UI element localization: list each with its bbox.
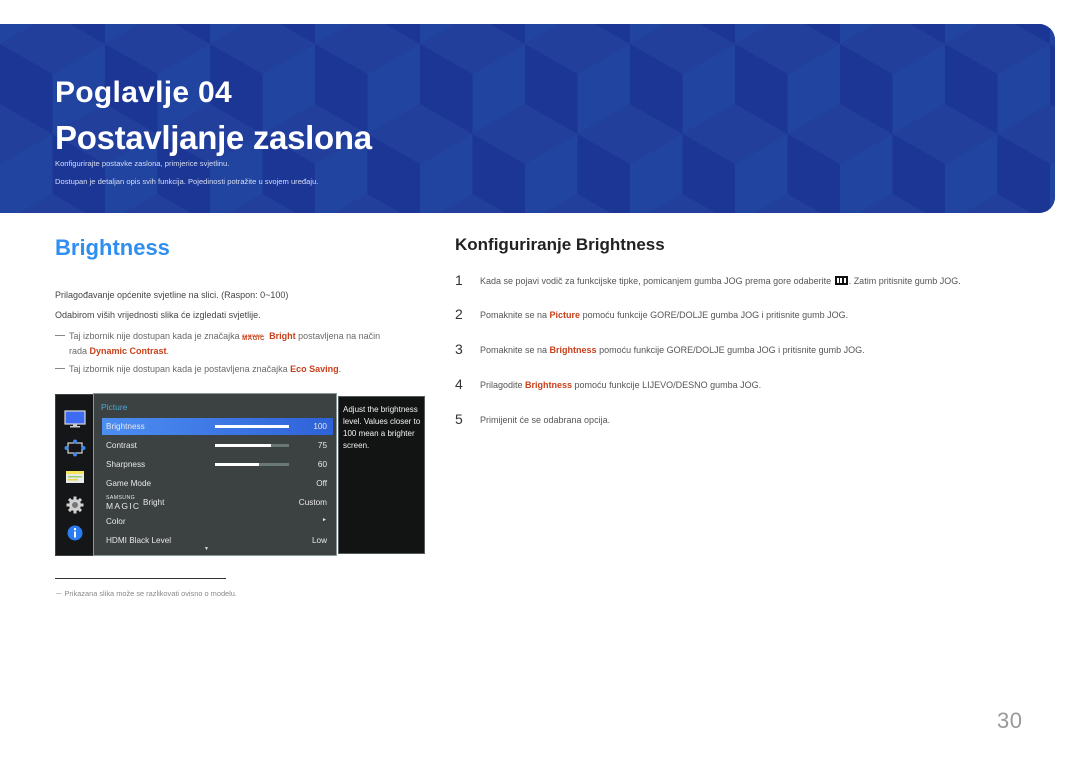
system-icon[interactable] [64, 468, 86, 486]
osd-menu-title: Picture [101, 402, 128, 412]
sharpness-slider[interactable] [215, 463, 289, 466]
osd-row-magic-bright[interactable]: SAMSUNG MAGIC Bright Custom [102, 494, 333, 511]
scroll-down-icon[interactable]: ▼ [204, 546, 209, 552]
footnote: － Prikazana slika može se razlikovati ov… [55, 589, 237, 598]
chapter-banner: Poglavlje 04 Postavljanje zaslona Konfig… [0, 24, 1055, 213]
picture-icon[interactable] [64, 410, 86, 428]
contrast-slider[interactable] [215, 444, 289, 447]
cube-face [1050, 24, 1055, 44]
onscreen-display-icon[interactable] [64, 439, 86, 457]
dynamic-contrast-term: Dynamic Contrast [89, 346, 167, 356]
osd-row-sharpness[interactable]: Sharpness 60 [102, 456, 333, 473]
osd-row-brightness[interactable]: Brightness 100 [102, 418, 333, 435]
osd-sidebar [55, 394, 95, 556]
samsung-magic-bright-label: SAMSUNG MAGIC Bright [106, 495, 165, 511]
osd-row-hdmi-black-level[interactable]: HDMI Black Level Low [102, 532, 333, 549]
note-magic-bright: Taj izbornik nije dostupan kada je znača… [55, 329, 425, 359]
osd-row-game-mode[interactable]: Game Mode Off [102, 475, 333, 492]
note-dash [55, 335, 65, 336]
note-eco-saving: Taj izbornik nije dostupan kada je posta… [55, 364, 341, 374]
step-number: 1 [455, 272, 463, 288]
menu-icon [834, 276, 848, 285]
eco-saving-term: Eco Saving [290, 364, 339, 374]
chapter-number: Poglavlje 04 [55, 76, 233, 109]
section-heading-configure: Konfiguriranje Brightness [455, 235, 665, 254]
page-number: 30 [997, 708, 1023, 733]
description-range: Prilagođavanje općenite svjetline na sli… [55, 290, 289, 300]
samsung-magic-logo: SAMSUNG MAGIC [242, 333, 266, 342]
osd-row-contrast[interactable]: Contrast 75 [102, 437, 333, 454]
osd-row-color[interactable]: Color ► [102, 513, 333, 530]
chevron-right-icon: ► [322, 517, 327, 523]
footnote-divider [55, 578, 226, 579]
chapter-title: Postavljanje zaslona [55, 119, 372, 156]
settings-gear-icon[interactable] [64, 496, 86, 514]
osd-picture-menu: Picture Brightness 100 Contrast 75 Sharp… [93, 393, 337, 556]
brightness-slider[interactable] [215, 425, 289, 428]
section-heading-brightness: Brightness [55, 235, 170, 260]
step-number: 3 [455, 341, 463, 357]
description-effect: Odabirom viših vrijednosti slika će izgl… [55, 310, 261, 320]
chapter-subtitle-1: Konfigurirajte postavke zaslona, primjer… [55, 159, 230, 168]
step-number: 2 [455, 306, 463, 322]
osd-help-text: Adjust the brightness level. Values clos… [338, 396, 425, 554]
step-number: 4 [455, 376, 463, 392]
chapter-subtitle-2: Dostupan je detaljan opis svih funkcija.… [55, 177, 319, 186]
information-icon[interactable] [64, 524, 86, 542]
step-number: 5 [455, 411, 463, 427]
note-dash [55, 368, 65, 369]
